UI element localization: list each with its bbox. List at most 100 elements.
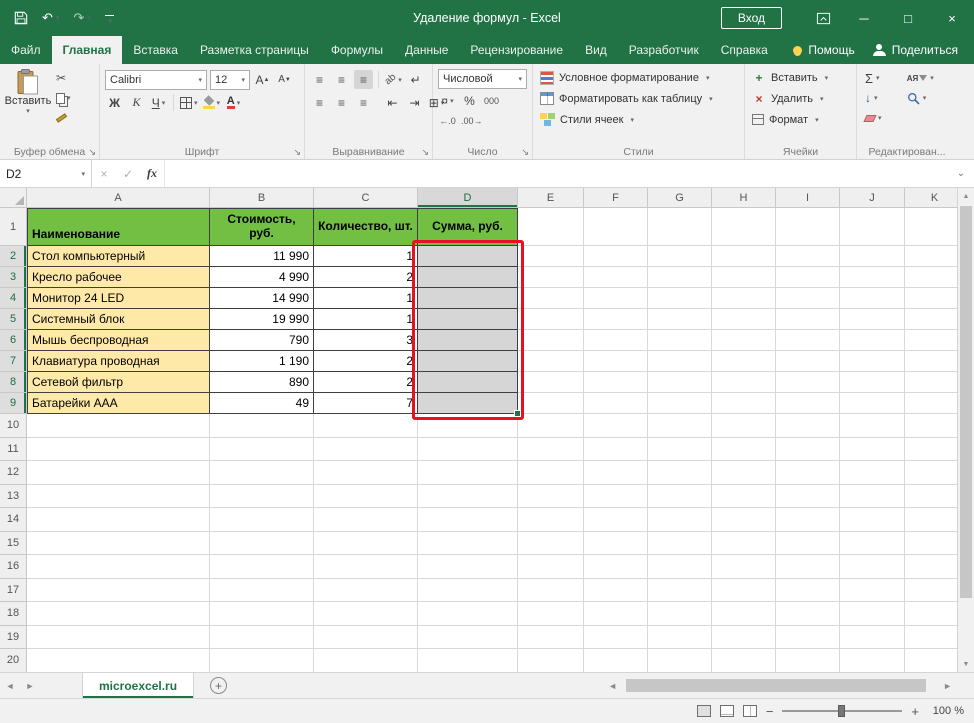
tab-Формулы[interactable]: Формулы [320, 36, 394, 64]
decrease-font-size-button[interactable]: А▼ [275, 70, 294, 89]
comma-style-button[interactable]: 000 [482, 91, 501, 110]
cell-C7[interactable]: 2 [314, 351, 418, 372]
cell-I12[interactable] [776, 461, 840, 485]
insert-cells-button[interactable]: + Вставить ▾ [749, 67, 852, 88]
cell-B19[interactable] [210, 626, 314, 650]
cell-B6[interactable]: 790 [210, 330, 314, 351]
cell-J19[interactable] [840, 626, 905, 650]
bold-button[interactable]: Ж [105, 93, 124, 112]
cell-G14[interactable] [648, 508, 712, 532]
cell-E2[interactable] [518, 246, 584, 267]
share-button[interactable]: Поделиться [873, 43, 958, 57]
format-painter-button[interactable] [56, 110, 71, 126]
align-middle-button[interactable]: ≡ [332, 70, 351, 89]
cell-A19[interactable] [27, 626, 210, 650]
cell-A17[interactable] [27, 579, 210, 603]
new-sheet-button[interactable]: + [210, 677, 227, 694]
cell-K1[interactable] [905, 208, 957, 246]
cell-J11[interactable] [840, 438, 905, 462]
cell-J5[interactable] [840, 309, 905, 330]
save-button[interactable] [14, 11, 28, 25]
tab-Файл[interactable]: Файл [0, 36, 52, 64]
cell-K9[interactable] [905, 393, 957, 414]
zoom-level[interactable]: 100 % [928, 705, 964, 717]
cell-C15[interactable] [314, 532, 418, 556]
cell-C20[interactable] [314, 649, 418, 672]
cell-D8[interactable] [418, 372, 518, 393]
cell-B16[interactable] [210, 555, 314, 579]
copy-button[interactable]: ▾ [56, 90, 71, 106]
autosum-button[interactable]: Σ▾ [865, 69, 897, 87]
cell-E19[interactable] [518, 626, 584, 650]
cell-B18[interactable] [210, 602, 314, 626]
cell-I19[interactable] [776, 626, 840, 650]
cell-F10[interactable] [584, 414, 648, 438]
cell-G4[interactable] [648, 288, 712, 309]
cell-A15[interactable] [27, 532, 210, 556]
tab-Разработчик[interactable]: Разработчик [618, 36, 710, 64]
cell-I4[interactable] [776, 288, 840, 309]
cell-G16[interactable] [648, 555, 712, 579]
redo-button[interactable]: ↷▾ [73, 10, 90, 26]
delete-cells-button[interactable]: × Удалить ▾ [749, 88, 852, 109]
page-layout-view-button[interactable] [720, 705, 734, 717]
column-header-H[interactable]: H [712, 188, 776, 208]
insert-function-button[interactable]: fx [140, 160, 164, 187]
percent-style-button[interactable]: % [460, 91, 479, 110]
cell-K19[interactable] [905, 626, 957, 650]
cell-D2[interactable] [418, 246, 518, 267]
cell-D19[interactable] [418, 626, 518, 650]
cell-H14[interactable] [712, 508, 776, 532]
cell-C18[interactable] [314, 602, 418, 626]
cell-J17[interactable] [840, 579, 905, 603]
cell-F16[interactable] [584, 555, 648, 579]
cell-G1[interactable] [648, 208, 712, 246]
cell-J14[interactable] [840, 508, 905, 532]
cell-H1[interactable] [712, 208, 776, 246]
cell-E9[interactable] [518, 393, 584, 414]
increase-indent-button[interactable]: ⇥ [405, 93, 424, 112]
cell-K4[interactable] [905, 288, 957, 309]
cell-H3[interactable] [712, 267, 776, 288]
cell-C2[interactable]: 1 [314, 246, 418, 267]
column-header-D[interactable]: D [418, 188, 518, 208]
cell-H18[interactable] [712, 602, 776, 626]
cell-I9[interactable] [776, 393, 840, 414]
cell-A9[interactable]: Батарейки AAA [27, 393, 210, 414]
font-color-button[interactable]: А▾ [224, 93, 243, 112]
scroll-left-icon[interactable]: ◄ [608, 681, 617, 691]
cell-C11[interactable] [314, 438, 418, 462]
cell-H11[interactable] [712, 438, 776, 462]
cell-K8[interactable] [905, 372, 957, 393]
number-format-combo[interactable]: Числовой ▾ [438, 69, 527, 89]
cell-A20[interactable] [27, 649, 210, 672]
row-header-4[interactable]: 4 [0, 288, 27, 309]
align-left-button[interactable]: ≡ [310, 93, 329, 112]
cell-C8[interactable]: 2 [314, 372, 418, 393]
cell-A3[interactable]: Кресло рабочее [27, 267, 210, 288]
cell-K12[interactable] [905, 461, 957, 485]
format-as-table-button[interactable]: Форматировать как таблицу ▾ [537, 88, 740, 109]
cell-E20[interactable] [518, 649, 584, 672]
cell-H10[interactable] [712, 414, 776, 438]
cell-K14[interactable] [905, 508, 957, 532]
cell-F20[interactable] [584, 649, 648, 672]
row-header-20[interactable]: 20 [0, 649, 27, 672]
cell-D17[interactable] [418, 579, 518, 603]
cell-J2[interactable] [840, 246, 905, 267]
sheet-tab[interactable]: microexcel.ru [82, 673, 194, 698]
select-all-corner[interactable] [0, 188, 27, 208]
cell-A13[interactable] [27, 485, 210, 509]
cell-I8[interactable] [776, 372, 840, 393]
cell-G15[interactable] [648, 532, 712, 556]
cell-F9[interactable] [584, 393, 648, 414]
cell-G12[interactable] [648, 461, 712, 485]
cell-B8[interactable]: 890 [210, 372, 314, 393]
cell-I7[interactable] [776, 351, 840, 372]
cell-G2[interactable] [648, 246, 712, 267]
cell-J3[interactable] [840, 267, 905, 288]
fill-color-button[interactable]: ▾ [202, 93, 222, 112]
tell-me-help-button[interactable]: Помощь [793, 43, 854, 57]
cell-A6[interactable]: Мышь беспроводная [27, 330, 210, 351]
name-box[interactable]: D2 ▾ [0, 160, 92, 187]
